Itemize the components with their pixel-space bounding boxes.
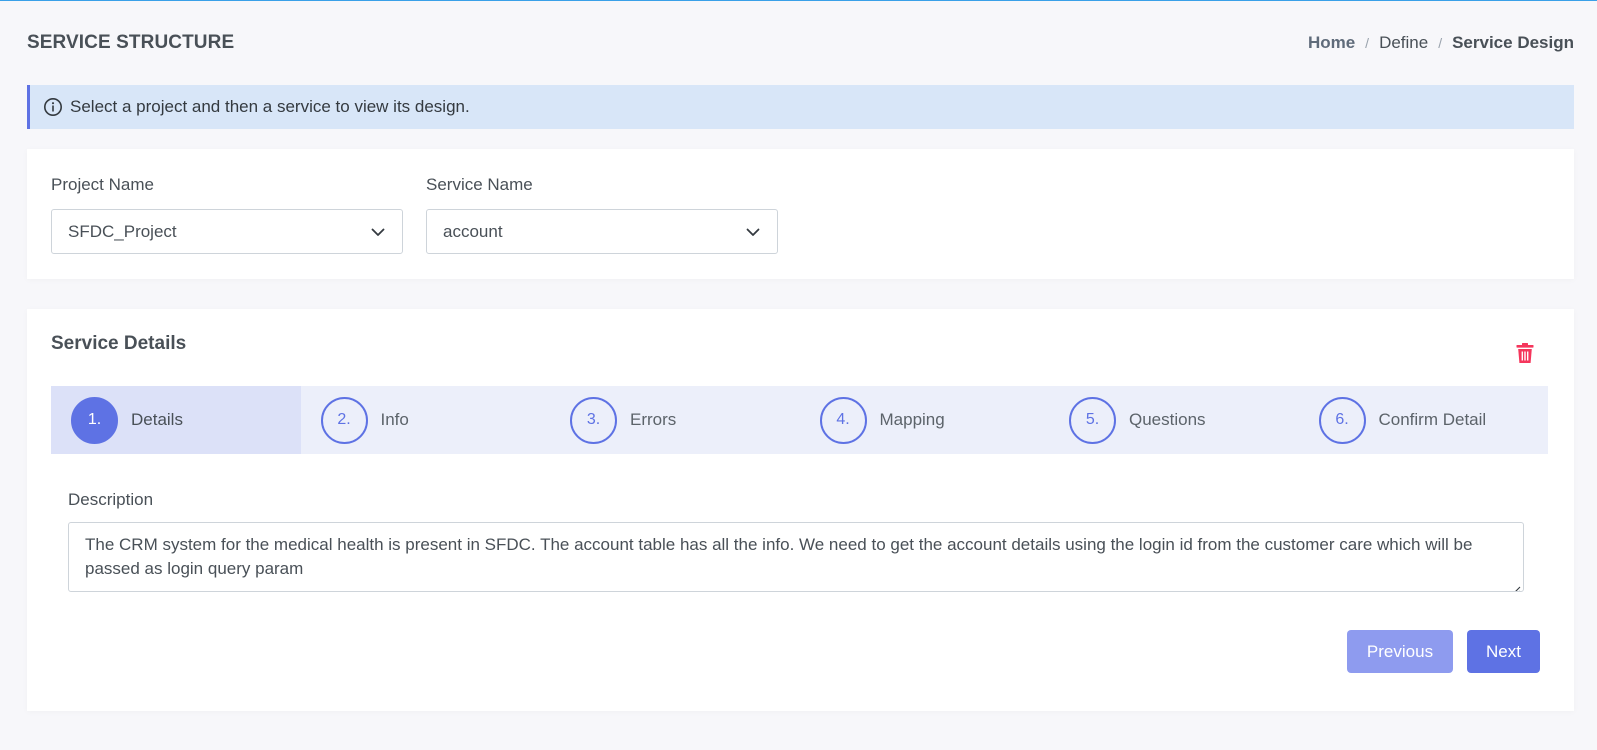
trash-icon <box>1515 342 1535 369</box>
step-mapping[interactable]: 4. Mapping <box>800 386 1050 454</box>
page-header: SERVICE STRUCTURE Home / Define / Servic… <box>27 28 1574 58</box>
service-details-card: Service Details 1. Details 2. Info 3. Er… <box>27 309 1574 711</box>
service-name-label: Service Name <box>426 175 533 194</box>
previous-button[interactable]: Previous <box>1347 630 1453 673</box>
step-number: 1. <box>71 396 118 444</box>
page-title: SERVICE STRUCTURE <box>27 32 235 53</box>
step-label: Mapping <box>879 410 945 429</box>
alert-text: Select a project and then a service to v… <box>70 97 470 116</box>
info-alert: Select a project and then a service to v… <box>27 85 1574 129</box>
resize-handle-icon[interactable] <box>1511 579 1521 591</box>
step-details[interactable]: 1. Details <box>51 386 301 454</box>
step-number: 6. <box>1318 396 1366 444</box>
description-label: Description <box>68 490 154 509</box>
selection-card: Project Name SFDC_Project Service Name a… <box>27 149 1574 279</box>
wizard-stepper: 1. Details 2. Info 3. Errors 4. Mapping … <box>51 386 1548 454</box>
info-circle-icon <box>43 97 63 117</box>
breadcrumb: Home / Define / Service Design <box>1308 33 1574 53</box>
service-details-title: Service Details <box>51 333 187 354</box>
service-name-value: account <box>443 221 503 241</box>
step-number: 3. <box>570 396 617 444</box>
step-confirm-detail[interactable]: 6. Confirm Detail <box>1299 386 1549 454</box>
service-name-select[interactable]: account <box>426 209 778 254</box>
step-label: Info <box>380 410 409 429</box>
service-field: Service Name account <box>426 175 778 254</box>
description-text: The CRM system for the medical health is… <box>85 535 1473 578</box>
project-name-select[interactable]: SFDC_Project <box>51 209 403 254</box>
step-number: 4. <box>819 396 867 444</box>
step-info[interactable]: 2. Info <box>301 386 551 454</box>
top-accent-line <box>0 0 1597 1</box>
step-label: Details <box>131 410 183 429</box>
delete-service-button[interactable] <box>1514 342 1536 369</box>
project-field: Project Name SFDC_Project <box>51 175 403 254</box>
breadcrumb-separator: / <box>1365 35 1370 51</box>
step-questions[interactable]: 5. Questions <box>1049 386 1299 454</box>
step-number: 2. <box>320 396 368 444</box>
breadcrumb-separator: / <box>1438 35 1443 51</box>
chevron-down-icon <box>745 224 761 240</box>
step-label: Questions <box>1129 410 1206 429</box>
step-label: Errors <box>630 410 677 429</box>
description-textarea[interactable]: The CRM system for the medical health is… <box>68 522 1524 592</box>
chevron-down-icon <box>370 224 386 240</box>
breadcrumb-define-link[interactable]: Define <box>1379 33 1428 53</box>
project-name-value: SFDC_Project <box>68 221 177 241</box>
step-label: Confirm Detail <box>1378 410 1487 429</box>
next-button[interactable]: Next <box>1467 630 1540 673</box>
step-number: 5. <box>1069 396 1116 444</box>
breadcrumb-current: Service Design <box>1452 33 1574 52</box>
step-errors[interactable]: 3. Errors <box>550 386 800 454</box>
breadcrumb-home-link[interactable]: Home <box>1308 33 1355 53</box>
project-name-label: Project Name <box>51 175 154 194</box>
